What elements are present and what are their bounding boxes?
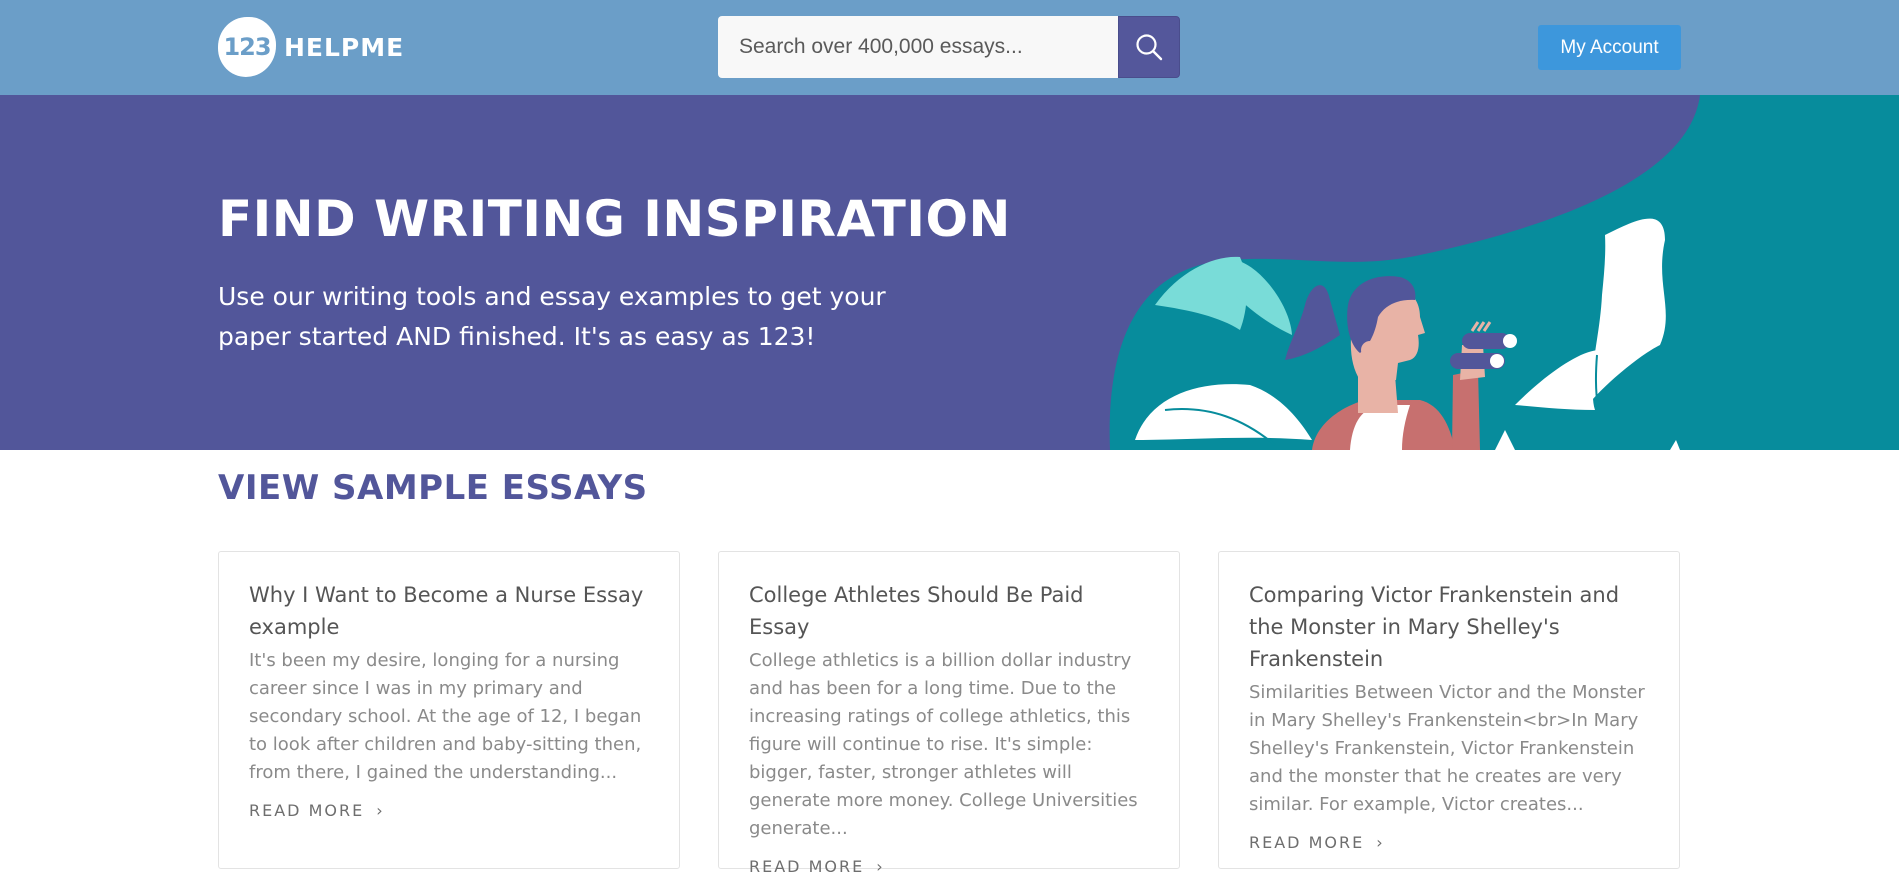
chevron-right-icon: › <box>376 801 383 820</box>
logo-text: HELPME <box>284 32 405 62</box>
site-header: 123 HELPME My Account <box>0 0 1899 95</box>
essay-card[interactable]: Comparing Victor Frankenstein and the Mo… <box>1218 551 1680 869</box>
search-input[interactable] <box>718 16 1118 78</box>
search-bar <box>718 16 1180 78</box>
logo-badge-text: 123 <box>223 33 271 61</box>
essay-card-title[interactable]: Comparing Victor Frankenstein and the Mo… <box>1249 579 1649 675</box>
search-icon <box>1136 34 1163 61</box>
hero-illustration <box>1109 95 1899 450</box>
essay-card[interactable]: Why I Want to Become a Nurse Essay examp… <box>218 551 680 869</box>
essay-card-title[interactable]: Why I Want to Become a Nurse Essay examp… <box>249 579 649 643</box>
read-more-label: READ MORE <box>1249 833 1365 852</box>
essay-card-excerpt: It's been my desire, longing for a nursi… <box>249 650 642 783</box>
read-more-label: READ MORE <box>249 801 365 820</box>
hero-title: FIND WRITING INSPIRATION <box>218 190 1011 248</box>
chevron-right-icon: › <box>1376 833 1383 852</box>
essay-card-title[interactable]: College Athletes Should Be Paid Essay <box>749 579 1149 643</box>
my-account-button[interactable]: My Account <box>1538 25 1681 70</box>
search-button[interactable] <box>1118 16 1180 78</box>
read-more-link[interactable]: READ MORE › <box>1249 833 1383 852</box>
hero-banner: FIND WRITING INSPIRATION Use our writing… <box>0 95 1899 450</box>
essay-card-excerpt: Similarities Between Victor and the Mons… <box>1249 682 1645 815</box>
hero-subtitle: Use our writing tools and essay examples… <box>218 282 886 351</box>
read-more-link[interactable]: READ MORE › <box>249 801 383 820</box>
logo-badge: 123 <box>218 17 276 77</box>
chevron-right-icon: › <box>876 857 883 876</box>
read-more-link[interactable]: READ MORE › <box>749 857 883 876</box>
section-title: VIEW SAMPLE ESSAYS <box>218 468 648 508</box>
essay-card[interactable]: College Athletes Should Be Paid Essay Co… <box>718 551 1180 876</box>
essay-card-excerpt: College athletics is a billion dollar in… <box>749 650 1138 839</box>
read-more-label: READ MORE <box>749 857 865 876</box>
site-logo[interactable]: 123 HELPME <box>218 17 404 77</box>
